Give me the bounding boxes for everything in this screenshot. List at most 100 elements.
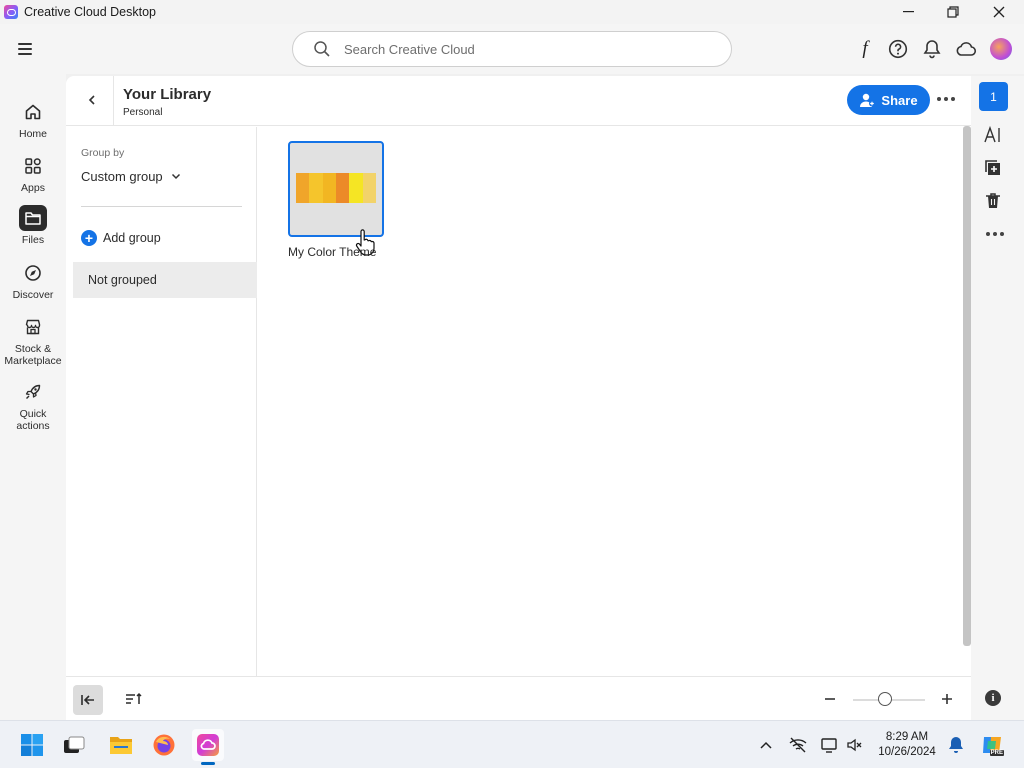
collapse-left-icon [81,695,94,705]
bottom-toolbar [66,676,971,720]
color-swatch [296,173,310,203]
minimize-button[interactable] [885,0,931,24]
share-label: Share [881,92,918,108]
fonts-icon[interactable]: f [854,38,876,60]
color-swatch [335,173,350,203]
copilot-label: PRE [989,750,1004,756]
library-subtitle: Personal [123,107,163,118]
nav-item-home[interactable]: Home [0,99,66,140]
chevron-down-icon [171,173,180,180]
title-bar: Creative Cloud Desktop [0,0,1024,24]
active-app-indicator [201,762,215,765]
nav-label-discover: Discover [12,289,54,301]
bell-icon[interactable] [921,38,943,60]
nav-item-apps[interactable]: Apps [0,153,66,194]
taskbar: 8:29 AM 10/26/2024 PRE [0,720,1024,768]
divider [81,206,242,207]
rocket-icon [19,379,47,405]
avatar[interactable] [990,38,1012,60]
close-icon [993,6,1005,18]
collapse-panel-button[interactable] [73,685,103,715]
creative-cloud-logo-icon [4,5,18,19]
restore-button[interactable] [930,0,976,24]
close-button[interactable] [976,0,1022,24]
asset-name[interactable]: My Color Theme [288,245,376,259]
home-icon [19,99,47,125]
network-off-icon[interactable] [788,735,808,755]
window-title: Creative Cloud Desktop [24,5,157,19]
top-bar: f [0,24,1024,74]
task-view-icon[interactable] [58,729,90,761]
not-grouped-label: Not grouped [88,273,157,287]
group-by-value: Custom group [81,169,163,184]
back-button[interactable] [84,90,100,110]
minimize-icon [902,11,914,13]
groups-sidebar: Group by Custom group + Add group Not gr… [66,127,257,676]
color-swatch [362,173,376,203]
more-icon[interactable] [986,232,1004,236]
copilot-icon[interactable]: PRE [980,733,1004,757]
library-header: Your Library Personal Share [66,76,971,126]
color-theme-tile[interactable] [288,141,384,256]
nav-label-files: Files [21,234,45,246]
menu-icon[interactable] [18,43,32,55]
store-icon [19,314,47,340]
system-clock[interactable]: 8:29 AM 10/26/2024 [872,730,942,760]
plus-icon [942,694,952,704]
trash-icon[interactable] [982,190,1004,212]
volume-muted-icon[interactable] [845,735,865,755]
color-swatches [296,173,376,203]
zoom-in-button[interactable] [940,690,954,708]
add-group-button[interactable]: + Add group [81,230,161,246]
group-by-dropdown[interactable]: Custom group [81,169,181,184]
display-icon[interactable] [820,735,840,755]
restore-icon [947,6,959,18]
right-rail: 1 i [971,76,1024,720]
nav-label-quick-actions: Quick actions [16,408,50,432]
clock-time: 8:29 AM [885,731,929,743]
share-button[interactable]: Share [847,85,930,115]
chevron-up-icon[interactable] [756,735,776,755]
help-icon[interactable] [887,38,909,60]
add-to-library-icon[interactable] [982,157,1004,179]
nav-item-discover[interactable]: Discover [0,260,66,301]
file-explorer-icon[interactable] [105,729,137,761]
info-icon[interactable]: i [985,690,1001,706]
selection-count-badge[interactable]: 1 [979,82,1008,111]
sort-icon[interactable] [124,691,144,707]
compass-icon [19,260,47,286]
creative-cloud-taskbar-icon[interactable] [192,729,224,761]
group-item-not-grouped[interactable]: Not grouped [73,262,257,298]
clock-date: 10/26/2024 [878,746,936,758]
add-group-label: Add group [103,231,161,245]
zoom-out-button[interactable] [823,690,837,708]
firefox-icon[interactable] [148,729,180,761]
color-swatch [349,173,363,203]
windows-start-icon[interactable] [16,729,48,761]
notification-bell-icon[interactable] [946,735,966,755]
zoom-slider-thumb[interactable] [878,692,893,706]
nav-item-files[interactable]: Files [0,205,66,246]
library-panel: Your Library Personal Share Group by Cus… [66,76,971,720]
apps-icon [19,153,47,179]
add-user-icon [860,93,876,107]
cloud-icon[interactable] [955,38,977,60]
library-title: Your Library [123,86,212,103]
nav-label-stock: Stock & Marketplace [4,343,62,367]
chevron-left-icon [88,95,95,105]
plus-circle-icon: + [81,230,97,246]
more-options-icon[interactable] [937,97,955,101]
nav-item-quick-actions[interactable]: Quick actions [0,379,66,432]
search-icon [314,41,330,57]
nav-item-stock[interactable]: Stock & Marketplace [0,314,66,367]
group-by-label: Group by [81,147,125,159]
search-input[interactable] [344,41,704,57]
search-box[interactable] [292,31,732,67]
vertical-scrollbar[interactable] [963,126,971,646]
left-navigation: Home Apps Files Discover Stock & Marketp… [0,74,66,720]
minus-icon [825,698,835,700]
nav-label-apps: Apps [21,182,45,194]
nav-label-home: Home [18,128,47,140]
text-style-icon[interactable] [982,124,1004,146]
color-swatch [309,173,323,203]
